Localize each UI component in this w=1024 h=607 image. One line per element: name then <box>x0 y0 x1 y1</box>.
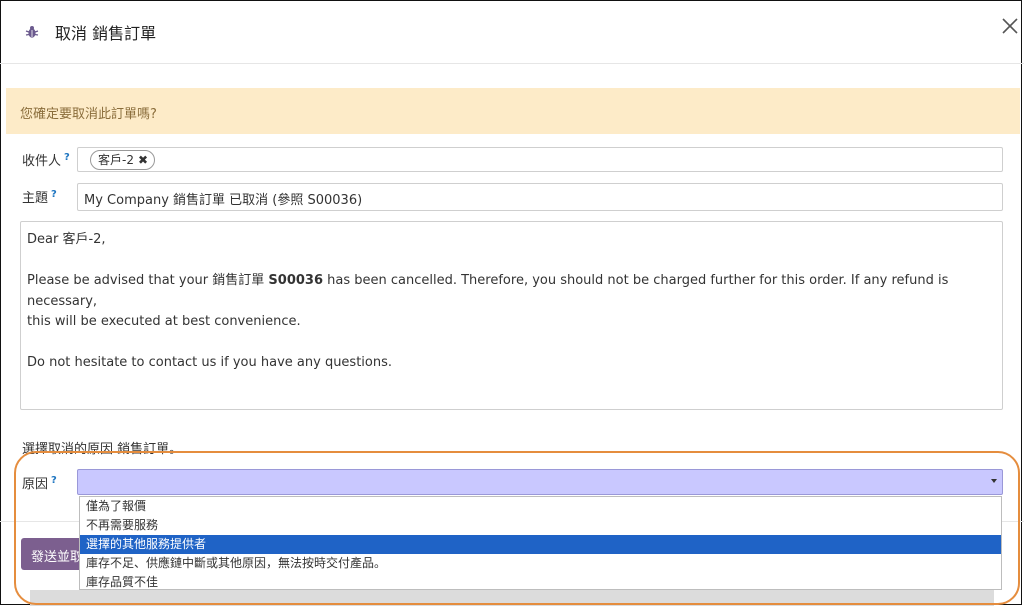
message-body-editor[interactable]: Dear 客戶-2, Please be advised that your 銷… <box>20 221 1003 410</box>
body-paragraph: Please be advised that your 銷售訂單 S00036 … <box>27 271 996 333</box>
reason-option[interactable]: 庫存不足、供應鏈中斷或其他原因，無法按時交付產品。 <box>80 554 1001 573</box>
order-reference: S00036 <box>268 273 324 288</box>
recipients-help-icon[interactable]: ? <box>64 152 70 163</box>
reason-select[interactable] <box>77 469 1003 495</box>
cancel-warning-alert: 您確定要取消此訂單嗎? <box>6 88 1020 134</box>
subject-value: My Company 銷售訂單 已取消 (參照 S00036) <box>84 193 363 208</box>
body-line1-pre: Please be advised that your 銷售訂單 <box>27 273 269 288</box>
subject-label-text: 主題 <box>22 191 49 206</box>
reason-label: 原因? <box>22 473 57 492</box>
recipients-field[interactable]: 客戶-2 ✖ <box>77 147 1003 172</box>
bug-icon <box>24 24 40 40</box>
reason-help-icon[interactable]: ? <box>51 475 57 486</box>
subject-help-icon[interactable]: ? <box>51 189 57 200</box>
body-greeting: Dear 客戶-2, <box>27 232 106 247</box>
recipient-tag: 客戶-2 ✖ <box>90 150 156 170</box>
reason-option[interactable]: 不再需要服務 <box>80 516 1001 535</box>
recipient-tag-label: 客戶-2 <box>98 153 134 167</box>
reason-dropdown-list: 僅為了報價 不再需要服務 選擇的其他服務提供者 庫存不足、供應鏈中斷或其他原因，… <box>79 496 1002 590</box>
subject-label: 主題? <box>22 187 57 206</box>
reason-option[interactable]: 僅為了報價 <box>80 497 1001 516</box>
caret-down-icon <box>991 479 997 483</box>
dialog-title: 取消 銷售訂單 <box>55 24 157 43</box>
dialog-header: 取消 銷售訂單 <box>0 0 1024 64</box>
close-icon[interactable] <box>1000 16 1022 38</box>
reason-prompt: 選擇取消的原因 銷售訂單。 <box>22 442 183 457</box>
reason-option-highlighted[interactable]: 選擇的其他服務提供者 <box>80 535 1001 554</box>
send-and-cancel-button[interactable]: 發送並取消 <box>21 538 83 570</box>
reason-label-text: 原因 <box>22 477 49 492</box>
recipients-label: 收件人? <box>22 150 70 169</box>
remove-tag-icon[interactable]: ✖ <box>138 153 148 167</box>
body-line2: this will be executed at best convenienc… <box>27 314 301 329</box>
bottom-scroll-strip <box>30 590 994 606</box>
recipients-label-text: 收件人 <box>22 154 62 169</box>
subject-input[interactable]: My Company 銷售訂單 已取消 (參照 S00036) <box>77 183 1003 211</box>
body-closing: Do not hesitate to contact us if you hav… <box>27 355 393 370</box>
